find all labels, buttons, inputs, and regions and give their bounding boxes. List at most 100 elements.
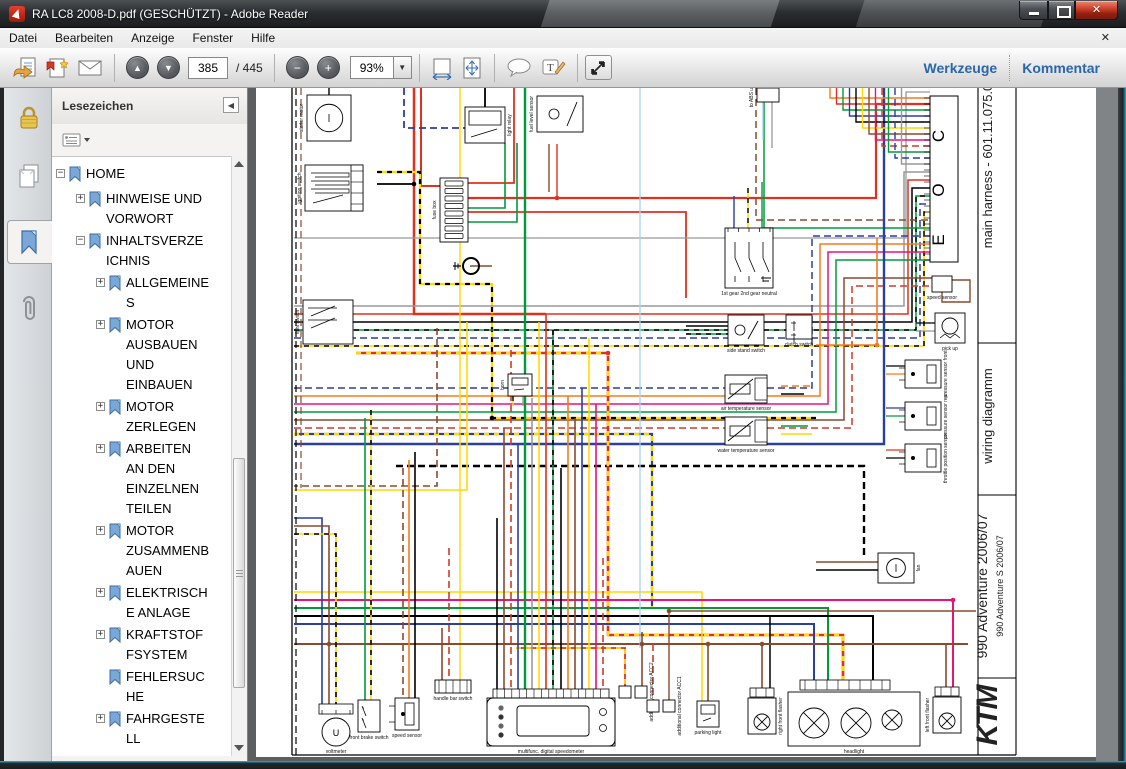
bookmark-item[interactable]: + MOTOR AUSBAUEN UND EINBAUEN [52, 315, 231, 395]
menu-datei[interactable]: Datei [0, 29, 46, 47]
options-menu-icon[interactable] [62, 132, 92, 148]
collapse-expander-icon[interactable]: − [76, 236, 85, 245]
bookmarks-toolbar [52, 124, 247, 156]
bookmark-label[interactable]: FEHLERSUCHE [126, 667, 210, 707]
menu-hilfe[interactable]: Hilfe [242, 29, 284, 47]
wiring-diagram-page[interactable]: COEstarter motorignition switchlight rel… [256, 88, 1096, 757]
svg-text:E: E [929, 234, 948, 245]
expand-expander-icon[interactable]: + [76, 194, 85, 203]
svg-text:multifunc. digital speedometer: multifunc. digital speedometer [518, 749, 585, 755]
svg-text:headlight: headlight [844, 749, 865, 755]
window-title: RA LC8 2008-D.pdf (GESCHÜTZT) - Adobe Re… [32, 7, 308, 21]
pages-tab[interactable] [7, 154, 51, 198]
bookmark-item[interactable]: − HOME [52, 164, 231, 187]
svg-text:additional connector ACC1: additional connector ACC1 [677, 676, 683, 735]
menu-bar: Datei Bearbeiten Anzeige Fenster Hilfe ✕ [0, 28, 1126, 48]
page-number-input[interactable] [188, 57, 228, 79]
collapse-panel-button[interactable]: ◀ [223, 97, 239, 113]
svg-text:main harness - 601.11.075.0: main harness - 601.11.075.0 [980, 88, 995, 248]
expand-expander-icon[interactable]: + [96, 588, 105, 597]
page-count-label: / 445 [236, 61, 263, 75]
maximize-button[interactable] [1048, 1, 1075, 20]
comment-link[interactable]: Kommentar [1022, 60, 1100, 76]
bookmark-ribbon-icon [109, 669, 123, 690]
bookmark-label[interactable]: HINWEISE UND VORWORT [106, 189, 206, 229]
bookmark-item[interactable]: + MOTOR ZUSAMMENBAUEN [52, 521, 231, 581]
svg-text:pressure sensor rear: pressure sensor rear [943, 393, 949, 439]
svg-text:ignition switch: ignition switch [297, 172, 303, 203]
bookmark-item[interactable]: + HINWEISE UND VORWORT [52, 189, 231, 229]
menu-anzeige[interactable]: Anzeige [122, 29, 183, 47]
bookmark-label[interactable]: KRAFTSTOFFSYSTEM [126, 625, 210, 665]
bookmark-label[interactable]: MOTOR ZERLEGEN [126, 397, 210, 437]
scroll-down-arrow[interactable] [234, 745, 244, 751]
bookmark-label[interactable]: FAHRGESTELL [126, 709, 210, 749]
previous-page-button[interactable]: ▲ [126, 56, 149, 79]
expand-expander-icon[interactable]: + [96, 714, 105, 723]
bookmark-item[interactable]: + KRAFTSTOFFSYSTEM [52, 625, 231, 665]
bookmark-label[interactable]: ALLGEMEINES [126, 273, 210, 313]
close-document-icon[interactable]: ✕ [1101, 31, 1110, 44]
email-icon[interactable] [76, 56, 104, 80]
bookmark-item[interactable]: + MOTOR ZERLEGEN [52, 397, 231, 437]
text-annotation-icon[interactable]: T [539, 56, 567, 80]
menu-bearbeiten[interactable]: Bearbeiten [46, 29, 122, 47]
bookmark-label[interactable]: MOTOR ZUSAMMENBAUEN [126, 521, 210, 581]
zoom-in-button[interactable]: + [317, 56, 340, 79]
svg-text:990 Adventure S 2006/07: 990 Adventure S 2006/07 [995, 535, 1005, 637]
tools-link[interactable]: Werkzeuge [924, 60, 998, 76]
next-page-button[interactable]: ▼ [157, 56, 180, 79]
zoom-dropdown-button[interactable]: ▼ [394, 56, 412, 79]
svg-text:additional connector ACC2: additional connector ACC2 [649, 662, 655, 721]
minimize-button[interactable] [1019, 1, 1048, 20]
svg-text:right front flasher: right front flasher [778, 697, 784, 735]
expand-expander-icon[interactable]: + [96, 526, 105, 535]
open-file-icon[interactable] [12, 56, 38, 80]
attachments-tab[interactable] [7, 288, 51, 332]
bookmark-label[interactable]: MOTOR AUSBAUEN UND EINBAUEN [126, 315, 210, 395]
svg-text:voltmeter: voltmeter [326, 749, 347, 755]
bookmark-item[interactable]: − INHALTSVERZEICHNIS [52, 231, 231, 271]
bookmark-ribbon-icon [109, 317, 123, 338]
bookmark-label[interactable]: INHALTSVERZEICHNIS [106, 231, 206, 271]
svg-text:U: U [333, 728, 340, 738]
zoom-out-button[interactable]: − [286, 56, 309, 79]
svg-text:pressure sensor front: pressure sensor front [943, 350, 949, 398]
zoom-level-value[interactable]: 93% [350, 56, 394, 79]
bookmark-icon [18, 228, 42, 256]
bookmark-label[interactable]: ARBEITEN AN DEN EINZELNEN TEILEN [126, 439, 210, 519]
bookmarks-tree: − HOME + HINWEISE UND VORWORT − INHALTSVERZEI… [52, 156, 231, 756]
aero-glass-patch [540, 0, 779, 28]
convert-pdf-icon[interactable] [44, 56, 70, 80]
svg-text:handle bar switch: handle bar switch [434, 696, 473, 702]
menu-fenster[interactable]: Fenster [183, 29, 242, 47]
bookmarks-scrollbar[interactable] [231, 156, 246, 756]
bookmarks-scroll-thumb[interactable] [233, 458, 245, 688]
bookmark-item[interactable]: + ARBEITEN AN DEN EINZELNEN TEILEN [52, 439, 231, 519]
svg-text:left front flasher: left front flasher [925, 697, 931, 732]
title-bar[interactable]: RA LC8 2008-D.pdf (GESCHÜTZT) - Adobe Re… [0, 0, 1126, 28]
bookmark-item[interactable]: + ELEKTRISCHE ANLAGE [52, 583, 231, 623]
collapse-expander-icon[interactable]: − [56, 169, 65, 178]
bookmark-label[interactable]: ELEKTRISCHE ANLAGE [126, 583, 210, 623]
svg-text:1st gear 2nd gear neutral: 1st gear 2nd gear neutral [721, 291, 777, 297]
bookmark-item[interactable]: +FEHLERSUCHE [52, 667, 231, 707]
security-tab[interactable] [7, 96, 51, 140]
bookmark-item[interactable]: + ALLGEMEINES [52, 273, 231, 313]
fullscreen-icon[interactable] [585, 55, 612, 80]
close-button[interactable] [1075, 1, 1118, 20]
expand-expander-icon[interactable]: + [96, 630, 105, 639]
bookmark-item[interactable]: + FAHRGESTELL [52, 709, 231, 749]
paperclip-icon [16, 295, 42, 325]
expand-expander-icon[interactable]: + [96, 278, 105, 287]
fit-page-icon[interactable] [460, 56, 484, 80]
toolbar: ▲ ▼ / 445 − + 93% ▼ T Werkzeuge [0, 48, 1126, 88]
scroll-up-arrow[interactable] [234, 161, 244, 167]
fit-width-icon[interactable] [430, 56, 454, 80]
expand-expander-icon[interactable]: + [96, 320, 105, 329]
bookmark-label[interactable]: HOME [86, 164, 204, 184]
bookmarks-tab[interactable] [7, 220, 52, 264]
expand-expander-icon[interactable]: + [96, 402, 105, 411]
comment-bubble-icon[interactable] [505, 56, 533, 80]
expand-expander-icon[interactable]: + [96, 444, 105, 453]
